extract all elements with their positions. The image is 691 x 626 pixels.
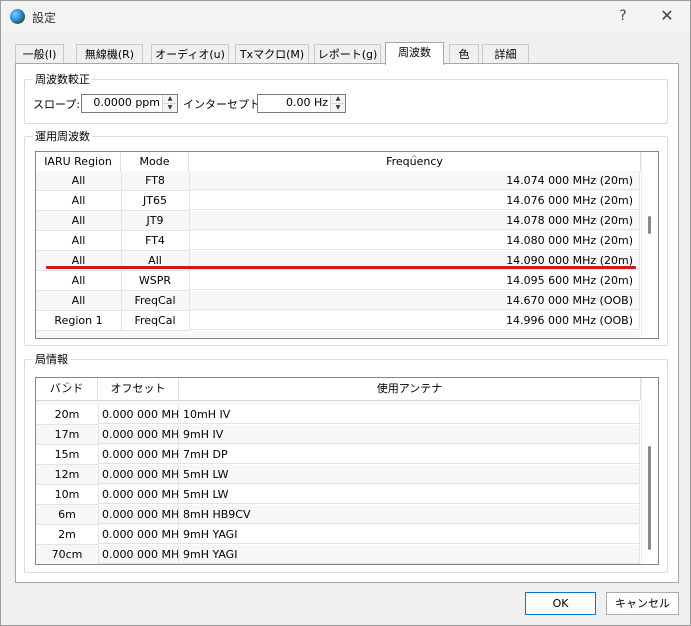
app-globe-icon bbox=[10, 9, 25, 24]
intercept-down-arrow-icon[interactable]: ▼ bbox=[331, 103, 345, 112]
table-row[interactable]: 6m 0.000 000 MHz 8mH HB9CV bbox=[36, 505, 640, 525]
col-band[interactable]: ^ バンド bbox=[36, 378, 98, 400]
frequencies-panel: 周波数較正 スロープ: 0.0000 ppm ▲ ▼ インターセプト: 0.00… bbox=[15, 63, 679, 583]
col-mode[interactable]: Mode bbox=[121, 152, 189, 171]
intercept-up-arrow-icon[interactable]: ▲ bbox=[331, 95, 345, 103]
working-table-header: IARU Region Mode ^ Frequency bbox=[36, 152, 641, 172]
highlight-underline bbox=[46, 266, 636, 269]
table-row[interactable]: All FT4 14.080 000 MHz (20m) bbox=[36, 231, 640, 251]
sort-ascending-icon: ^ bbox=[411, 154, 418, 163]
tab-audio[interactable]: オーディオ(u) bbox=[151, 44, 229, 64]
slope-down-arrow-icon[interactable]: ▼ bbox=[163, 103, 177, 112]
col-offset[interactable]: オフセット bbox=[98, 378, 179, 400]
station-table-body: 20m 0.000 000 MHz 10mH IV 17m 0.000 000 … bbox=[36, 401, 640, 564]
calibration-group: 周波数較正 スロープ: 0.0000 ppm ▲ ▼ インターセプト: 0.00… bbox=[24, 71, 668, 124]
station-information-title: 局情報 bbox=[33, 351, 70, 367]
table-row[interactable]: All JT9 14.078 000 MHz (20m) bbox=[36, 211, 640, 231]
working-frequencies-group: 運用周波数 IARU Region Mode ^ Frequency All F… bbox=[24, 128, 668, 346]
slope-up-arrow-icon[interactable]: ▲ bbox=[163, 95, 177, 103]
table-row[interactable]: 15m 0.000 000 MHz 7mH DP bbox=[36, 445, 640, 465]
intercept-label: インターセプト: bbox=[183, 98, 264, 111]
station-table-scrollbar[interactable] bbox=[641, 378, 658, 564]
working-frequencies-title: 運用周波数 bbox=[33, 128, 92, 144]
working-table-scrollbar[interactable] bbox=[641, 152, 658, 338]
station-information-table[interactable]: ^ バンド オフセット 使用アンテナ 20m 0.000 000 MHz 10m… bbox=[35, 377, 659, 565]
table-row[interactable]: All FreqCal 14.670 000 MHz (OOB) bbox=[36, 291, 640, 311]
tab-advanced[interactable]: 詳細 bbox=[482, 44, 529, 64]
table-row[interactable]: 10m 0.000 000 MHz 5mH LW bbox=[36, 485, 640, 505]
table-row[interactable]: All JT65 14.076 000 MHz (20m) bbox=[36, 191, 640, 211]
scrollbar-thumb[interactable] bbox=[648, 446, 651, 550]
slope-value: 0.0000 ppm bbox=[93, 96, 160, 109]
table-row[interactable]: 17m 0.000 000 MHz 9mH IV bbox=[36, 425, 640, 445]
window-title: 設定 bbox=[32, 11, 57, 25]
station-table-header: ^ バンド オフセット 使用アンテナ bbox=[36, 378, 641, 401]
table-row[interactable]: 20m 0.000 000 MHz 10mH IV bbox=[36, 405, 640, 425]
col-frequency[interactable]: ^ Frequency bbox=[189, 152, 641, 171]
table-row[interactable]: All FT8 14.074 000 MHz (20m) bbox=[36, 171, 640, 191]
settings-dialog: 設定 ? ✕ 一般(I) 無線機(R) オーディオ(u) Txマクロ(M) レポ… bbox=[0, 0, 691, 626]
table-row[interactable]: 12m 0.000 000 MHz 5mH LW bbox=[36, 465, 640, 485]
table-row[interactable]: Region 1 FreqCal 14.996 000 MHz (OOB) bbox=[36, 311, 640, 331]
tab-frequencies[interactable]: 周波数 bbox=[385, 42, 444, 65]
tab-radio[interactable]: 無線機(R) bbox=[76, 44, 143, 64]
table-row-partial bbox=[36, 331, 640, 338]
cancel-button[interactable]: キャンセル bbox=[606, 592, 679, 615]
close-button[interactable]: ✕ bbox=[655, 5, 679, 27]
table-row[interactable]: 70cm 0.000 000 MHz 9mH YAGI bbox=[36, 545, 640, 564]
tab-general[interactable]: 一般(I) bbox=[15, 44, 64, 64]
working-table-body: All FT8 14.074 000 MHz (20m) All JT65 14… bbox=[36, 171, 640, 338]
table-row[interactable]: 2m 0.000 000 MHz 9mH YAGI bbox=[36, 525, 640, 545]
help-button[interactable]: ? bbox=[611, 5, 635, 27]
title-bar: 設定 ? ✕ bbox=[1, 1, 690, 32]
scrollbar-thumb[interactable] bbox=[648, 216, 651, 234]
table-row[interactable]: All WSPR 14.095 600 MHz (20m) bbox=[36, 271, 640, 291]
slope-label: スロープ: bbox=[33, 98, 81, 111]
col-iaru-region[interactable]: IARU Region bbox=[36, 152, 121, 171]
calibration-group-title: 周波数較正 bbox=[33, 71, 92, 87]
working-frequencies-table[interactable]: IARU Region Mode ^ Frequency All FT8 14.… bbox=[35, 151, 659, 339]
station-information-group: 局情報 ^ バンド オフセット 使用アンテナ 20m 0.000 000 MHz… bbox=[24, 351, 668, 573]
slope-spinbox[interactable]: 0.0000 ppm ▲ ▼ bbox=[81, 94, 178, 113]
ok-button[interactable]: OK bbox=[525, 592, 596, 615]
col-antenna[interactable]: 使用アンテナ bbox=[179, 378, 641, 400]
sort-icon: ^ bbox=[64, 381, 71, 390]
intercept-spinbox[interactable]: 0.00 Hz ▲ ▼ bbox=[257, 94, 346, 113]
tab-colors[interactable]: 色 bbox=[449, 44, 479, 64]
tab-tx-macros[interactable]: Txマクロ(M) bbox=[235, 44, 309, 64]
tab-reporting[interactable]: レポート(g) bbox=[314, 44, 381, 64]
intercept-value: 0.00 Hz bbox=[285, 96, 328, 109]
